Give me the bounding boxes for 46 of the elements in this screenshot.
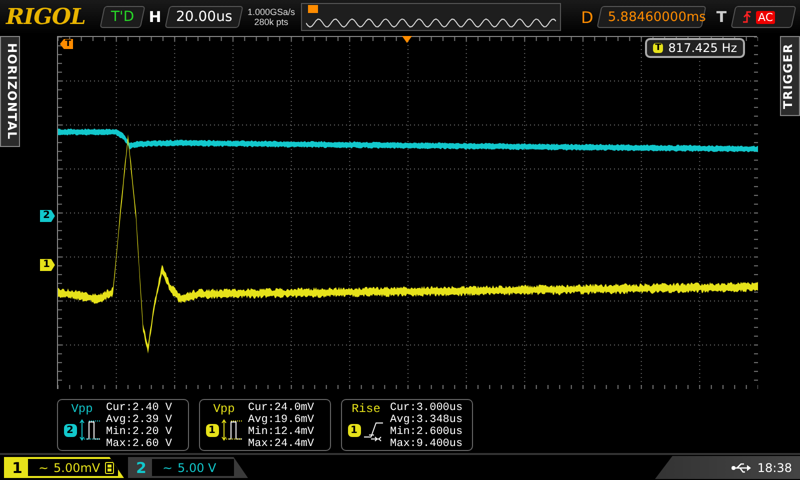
trigger-tab[interactable]: TRIGGER (780, 36, 800, 116)
measurement-value: Cur:24.0mV (248, 402, 314, 414)
channel-tab[interactable]: 2 ~ 5.00 V (128, 457, 248, 478)
sample-rate: 1.000GSa/s (248, 7, 296, 17)
horizontal-tab[interactable]: HORIZONTAL (0, 36, 20, 148)
measurement-value: Avg:19.6mV (248, 414, 314, 426)
pulse-amplitude-icon (220, 418, 242, 442)
delay-label: D (581, 8, 594, 26)
usb-icon (731, 462, 752, 472)
channel-marker[interactable]: 1 (40, 259, 55, 271)
measurement-name: Vpp (213, 402, 235, 416)
source-badge: 1 (206, 424, 218, 436)
timebase-value[interactable]: 20.00us (164, 6, 244, 28)
channel-marker[interactable]: 2 (40, 210, 55, 222)
brand-logo: RIGOL (6, 4, 86, 30)
rising-edge-icon (742, 10, 752, 24)
measurement-value: Cur:3.000us (390, 402, 463, 414)
measurement-value: Min:2.20 V (106, 426, 172, 438)
measurement-value: Min:2.600us (390, 426, 463, 438)
measurement-value: Max:9.400us (390, 438, 463, 450)
frequency-value: 817.425 Hz (668, 41, 738, 55)
trigger-setting[interactable]: AC (730, 6, 796, 28)
trigger-badge: T (653, 43, 664, 53)
trigger-label: T (716, 8, 727, 26)
timebase-label: H (148, 8, 162, 26)
measurement-value: Avg:3.348us (390, 414, 463, 426)
measurement-value: Cur:2.40 V (106, 402, 172, 414)
trigger-time-marker[interactable]: T (60, 39, 74, 49)
trigger-coupling: AC (756, 10, 775, 24)
trigger-position-icon (308, 5, 318, 13)
measurement-value: Max:2.60 V (106, 438, 172, 450)
pulse-amplitude-icon (78, 418, 100, 442)
measurement-name: Rise (352, 402, 380, 416)
measurement-value: Max:24.4mV (248, 438, 314, 450)
measurement-name: Vpp (71, 402, 93, 416)
channel-tab[interactable]: 1 ~ 5.00mV (4, 457, 124, 478)
memory-depth: 280k pts (253, 17, 290, 27)
run-status[interactable]: T'D (99, 6, 146, 28)
clock-time: 18:38 (757, 460, 792, 474)
waveform-overview-icon (306, 17, 556, 29)
delay-value[interactable]: 5.88460000ms (597, 6, 707, 28)
source-badge: 1 (348, 424, 360, 436)
trigger-point-icon (402, 36, 412, 43)
measurement-value: Min:12.4mV (248, 426, 314, 438)
source-badge: 2 (64, 424, 76, 436)
measurement-value: Avg:2.39 V (106, 414, 172, 426)
